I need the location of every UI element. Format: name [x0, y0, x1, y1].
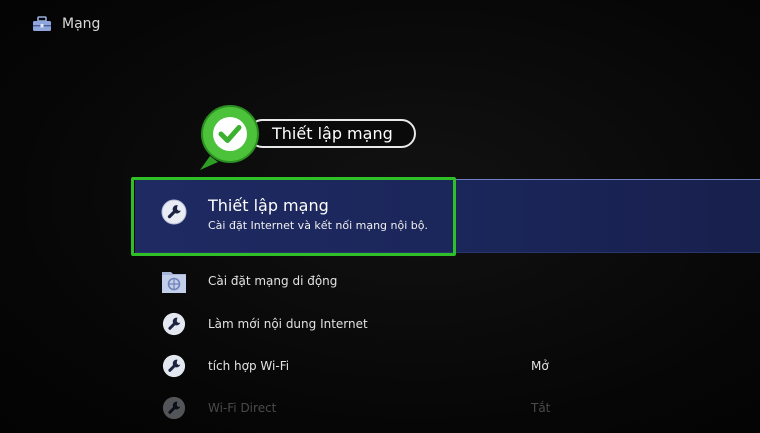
- wrench-icon: [160, 394, 188, 422]
- menu-item-label: Wi-Fi Direct: [208, 401, 277, 415]
- menu-item-mobile-network-settings[interactable]: Cài đặt mạng di động: [160, 266, 760, 296]
- menu-item-value: Mở: [531, 359, 549, 373]
- menu-item-label: tích hợp Wi-Fi: [208, 359, 290, 373]
- wrench-icon: [160, 352, 188, 380]
- callout-text: Thiết lập mạng: [272, 124, 393, 143]
- selected-item-subtitle: Cài đặt Internet và kết nối mạng nội bộ.: [208, 219, 428, 232]
- check-badge-icon: [196, 104, 260, 172]
- header: Mạng: [32, 14, 100, 34]
- page-title: Mạng: [62, 16, 101, 32]
- tv-settings-screen: Mạng Thiết lập mạng Cài đặt Internet và …: [0, 0, 760, 433]
- selected-item-title: Thiết lập mạng: [208, 196, 329, 215]
- wrench-icon: [161, 199, 187, 225]
- menu-item-wifi-integrated[interactable]: tích hợp Wi-Fi Mở: [160, 351, 760, 381]
- toolbox-icon: [32, 16, 52, 32]
- menu-item-label: Cài đặt mạng di động: [208, 274, 338, 288]
- menu-item-refresh-internet-content[interactable]: Làm mới nội dung Internet: [160, 309, 760, 339]
- menu-item-wifi-direct[interactable]: Wi-Fi Direct Tắt: [160, 393, 760, 423]
- menu-item-value: Tắt: [531, 401, 551, 415]
- wrench-icon: [160, 310, 188, 338]
- network-folder-icon: [160, 267, 188, 295]
- menu-item-label: Làm mới nội dung Internet: [208, 317, 368, 331]
